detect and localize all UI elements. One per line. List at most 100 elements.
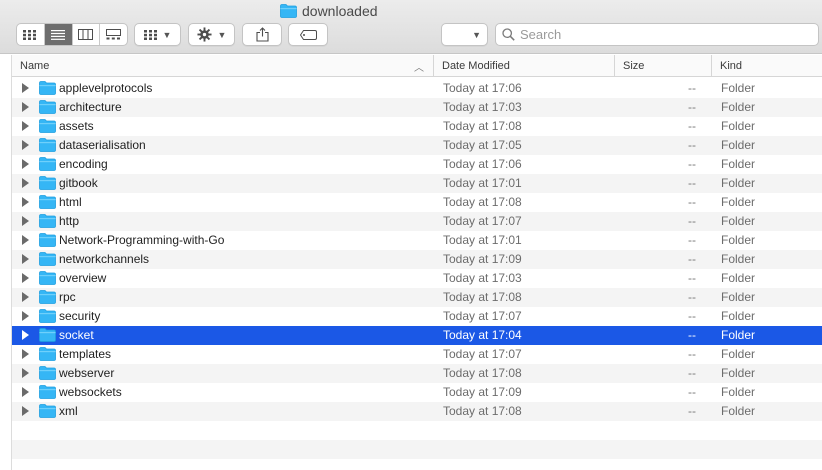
column-view-button[interactable] [73,24,101,45]
kind-column-header[interactable]: Kind [711,55,822,77]
file-date-modified: Today at 17:03 [443,100,522,114]
file-kind: Folder [721,100,756,114]
file-kind: Folder [721,347,756,361]
group-by-button[interactable]: ▼ [134,23,181,46]
file-size: -- [688,271,696,285]
file-row[interactable]: xml Today at 17:08 -- Folder [12,402,822,421]
file-name: Network-Programming-with-Go [59,233,225,247]
column-header: Name ︿ Date Modified Size Kind [12,55,822,77]
name-column-header[interactable]: Name [12,55,432,77]
columns-icon [78,29,94,40]
left-gutter [0,55,12,470]
chevron-down-icon: ▼ [162,29,172,40]
window-title: downloaded [280,1,378,21]
file-row[interactable]: rpc Today at 17:08 -- Folder [12,288,822,307]
disclosure-triangle-icon[interactable] [22,121,29,131]
disclosure-triangle-icon[interactable] [22,368,29,378]
folder-icon [39,81,56,95]
icon-view-button[interactable] [17,24,45,45]
folder-icon [39,100,56,114]
disclosure-triangle-icon[interactable] [22,83,29,93]
disclosure-triangle-icon[interactable] [22,140,29,150]
edit-tags-button[interactable] [288,23,328,46]
file-row[interactable]: html Today at 17:08 -- Folder [12,193,822,212]
file-date-modified: Today at 17:07 [443,347,522,361]
file-row[interactable]: architecture Today at 17:03 -- Folder [12,98,822,117]
file-kind: Folder [721,157,756,171]
file-size: -- [688,309,696,323]
file-date-modified: Today at 17:08 [443,119,522,133]
file-date-modified: Today at 17:08 [443,290,522,304]
file-kind: Folder [721,309,756,323]
date-column-header[interactable]: Date Modified [433,55,614,77]
disclosure-triangle-icon[interactable] [22,197,29,207]
file-name: html [59,195,82,209]
file-row[interactable]: applevelprotocols Today at 17:06 -- Folder [12,79,822,98]
file-kind: Folder [721,252,756,266]
file-name: overview [59,271,107,285]
disclosure-triangle-icon[interactable] [22,102,29,112]
file-size: -- [688,119,696,133]
disclosure-triangle-icon[interactable] [22,235,29,245]
file-kind: Folder [721,271,756,285]
disclosure-triangle-icon[interactable] [22,216,29,226]
file-kind: Folder [721,81,756,95]
disclosure-triangle-icon[interactable] [22,292,29,302]
sort-ascending-icon[interactable]: ︿ [414,59,424,74]
list-view-button[interactable] [44,24,73,45]
file-row[interactable]: encoding Today at 17:06 -- Folder [12,155,822,174]
file-row[interactable]: networkchannels Today at 17:09 -- Folder [12,250,822,269]
file-size: -- [688,290,696,304]
folder-icon [39,404,56,418]
disclosure-triangle-icon[interactable] [22,159,29,169]
file-row[interactable]: assets Today at 17:08 -- Folder [12,117,822,136]
disclosure-triangle-icon[interactable] [22,311,29,321]
file-name: networkchannels [59,252,150,266]
file-row[interactable]: security Today at 17:07 -- Folder [12,307,822,326]
file-row[interactable]: websockets Today at 17:09 -- Folder [12,383,822,402]
file-row[interactable]: dataserialisation Today at 17:05 -- Folder [12,136,822,155]
file-date-modified: Today at 17:06 [443,81,522,95]
file-name: templates [59,347,112,361]
file-date-modified: Today at 17:07 [443,214,522,228]
folder-icon [39,290,56,304]
disclosure-triangle-icon[interactable] [22,254,29,264]
file-name: xml [59,404,78,418]
disclosure-triangle-icon[interactable] [22,349,29,359]
kind-column-label: Kind [720,60,743,72]
file-kind: Folder [721,404,756,418]
file-size: -- [688,176,696,190]
file-kind: Folder [721,366,756,380]
file-row[interactable]: Network-Programming-with-Go Today at 17:0… [12,231,822,250]
file-kind: Folder [721,176,756,190]
file-row[interactable]: gitbook Today at 17:01 -- Folder [12,174,822,193]
file-row[interactable]: overview Today at 17:03 -- Folder [12,269,822,288]
file-row[interactable]: http Today at 17:07 -- Folder [12,212,822,231]
file-date-modified: Today at 17:01 [443,233,522,247]
search-field[interactable] [495,23,819,46]
disclosure-triangle-icon[interactable] [22,330,29,340]
disclosure-triangle-icon[interactable] [22,178,29,188]
gallery-icon [106,29,122,40]
folder-icon [39,138,56,152]
folder-icon [39,385,56,399]
disclosure-triangle-icon[interactable] [22,273,29,283]
file-kind: Folder [721,195,756,209]
disclosure-triangle-icon[interactable] [22,406,29,416]
search-input[interactable] [520,27,810,42]
disclosure-triangle-icon[interactable] [22,387,29,397]
file-kind: Folder [721,119,756,133]
file-row[interactable]: templates Today at 17:07 -- Folder [12,345,822,364]
gallery-view-button[interactable] [100,24,127,45]
file-row[interactable]: webserver Today at 17:08 -- Folder [12,364,822,383]
size-column-header[interactable]: Size [614,55,711,77]
folder-icon [39,157,56,171]
file-size: -- [688,214,696,228]
folder-icon [39,271,56,285]
file-row[interactable]: socket Today at 17:04 -- Folder [12,326,822,345]
search-scope-dropdown[interactable]: ▼ [441,23,488,46]
folder-icon [39,366,56,380]
folder-icon [39,347,56,361]
share-button[interactable] [242,23,282,46]
action-menu-button[interactable]: ▼ [188,23,235,46]
